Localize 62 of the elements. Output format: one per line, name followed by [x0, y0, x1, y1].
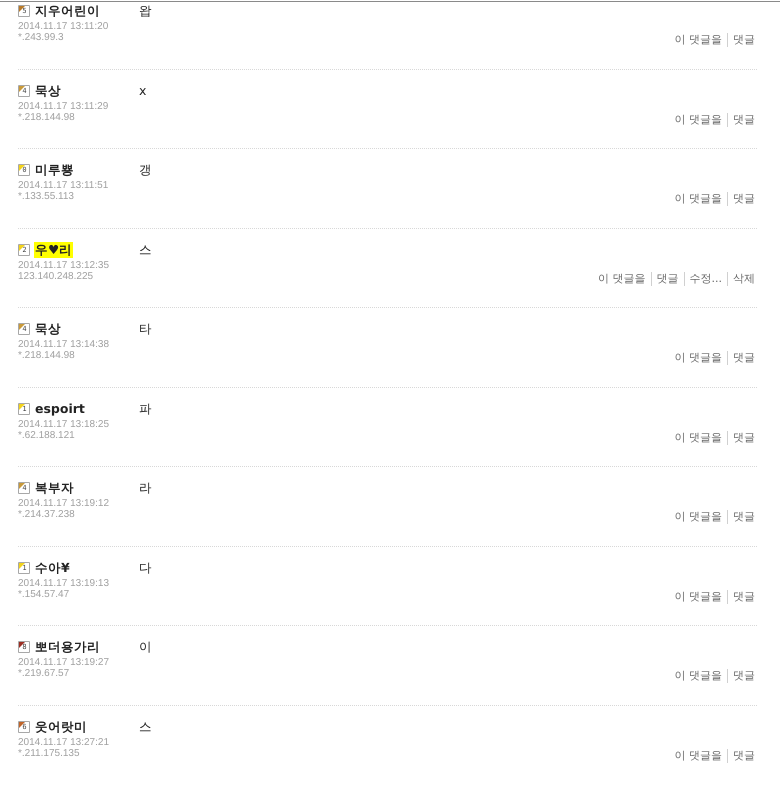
comment-text: 스	[139, 718, 152, 734]
comment-action-link[interactable]: 댓글	[727, 430, 755, 444]
comment-action-link[interactable]: 댓글	[727, 590, 755, 604]
ip-address: *.219.67.57	[18, 668, 70, 679]
comment-action-link[interactable]: 댓글	[727, 669, 755, 683]
comment-action-link[interactable]: 이 댓글을	[670, 112, 727, 126]
comment-text: 이	[139, 639, 152, 655]
ip-address: *.62.188.121	[18, 430, 76, 440]
comment-action-link[interactable]: 댓글	[727, 351, 755, 365]
ip-address: *.243.99.3	[18, 32, 65, 43]
comment-action-link[interactable]: 댓글	[650, 272, 684, 286]
comment-date: 2014.11.17 13:27:21	[18, 736, 110, 748]
author-name[interactable]: 우♥리	[34, 242, 74, 258]
comment-date: 2014.11.17 13:19:13	[18, 578, 110, 588]
ip-address: *.154.57.47	[18, 588, 70, 600]
comment-text: 갱	[139, 162, 152, 178]
ip-address: *.133.55.113	[18, 191, 75, 202]
comment-action-link[interactable]: 댓글	[727, 510, 755, 524]
comment-action-link[interactable]: 댓글	[727, 112, 755, 126]
comment-text: 파	[139, 400, 152, 416]
comment-action-link[interactable]: 삭제	[727, 272, 755, 286]
comment-action-link[interactable]: 이 댓글을	[670, 669, 727, 683]
comment-action-link[interactable]: 댓글	[727, 748, 755, 762]
comment-text: 스	[139, 242, 152, 258]
comment-action-link[interactable]: 이 댓글을	[670, 192, 727, 206]
author-name[interactable]: 묵상	[34, 321, 62, 337]
comment-text: x	[139, 82, 146, 98]
comment-action-link[interactable]: 이 댓글을	[670, 351, 727, 365]
comment-action-link[interactable]: 댓글	[727, 192, 755, 206]
comment-text: 라	[139, 480, 152, 496]
comment-date: 2014.11.17 13:11:20	[18, 21, 110, 32]
comment-text: 다	[139, 560, 152, 576]
author-name[interactable]: 복부자	[34, 480, 75, 496]
author-name[interactable]: 지우어린이	[34, 3, 101, 19]
comment-date: 2014.11.17 13:14:38	[18, 339, 110, 350]
comment-action-link[interactable]: 이 댓글을	[670, 430, 727, 444]
ip-address: *.218.144.98	[18, 112, 76, 122]
ip-address: 123.140.248.225	[18, 270, 94, 282]
comment-text: 왑	[139, 3, 152, 19]
ip-address: *.211.175.135	[18, 748, 81, 758]
comment-action-link[interactable]: 이 댓글을	[670, 748, 727, 762]
author-name[interactable]: 미루뿅	[34, 162, 75, 178]
comment-date: 2014.11.17 13:19:27	[18, 657, 110, 668]
comment-date: 2014.11.17 13:11:51	[18, 180, 110, 191]
comment-action-link[interactable]: 댓글	[727, 33, 755, 47]
comment-date: 2014.11.17 13:11:29	[18, 100, 110, 112]
author-name[interactable]: 묵상	[34, 82, 62, 98]
comment-action-link[interactable]: 이 댓글을	[670, 33, 727, 47]
ip-address: *.214.37.238	[18, 509, 76, 520]
comment-action-link[interactable]: 이 댓글을	[670, 590, 727, 604]
author-name[interactable]: 수아¥	[34, 560, 71, 576]
ip-address: *.218.144.98	[18, 350, 76, 361]
comment-action-link[interactable]: 이 댓글을	[670, 510, 727, 524]
comment-action-link[interactable]: 이 댓글을	[593, 272, 650, 286]
author-name[interactable]: 뽀더용가리	[34, 639, 101, 655]
author-name[interactable]: espoirt	[34, 400, 86, 416]
comment-date: 2014.11.17 13:12:35	[18, 260, 110, 270]
comment-date: 2014.11.17 13:18:25	[18, 418, 110, 430]
comment-text: 타	[139, 321, 152, 337]
comment-date: 2014.11.17 13:19:12	[18, 498, 110, 509]
author-name[interactable]: 웃어랏미	[34, 718, 88, 734]
comment-action-link[interactable]: 수정...	[684, 272, 727, 286]
